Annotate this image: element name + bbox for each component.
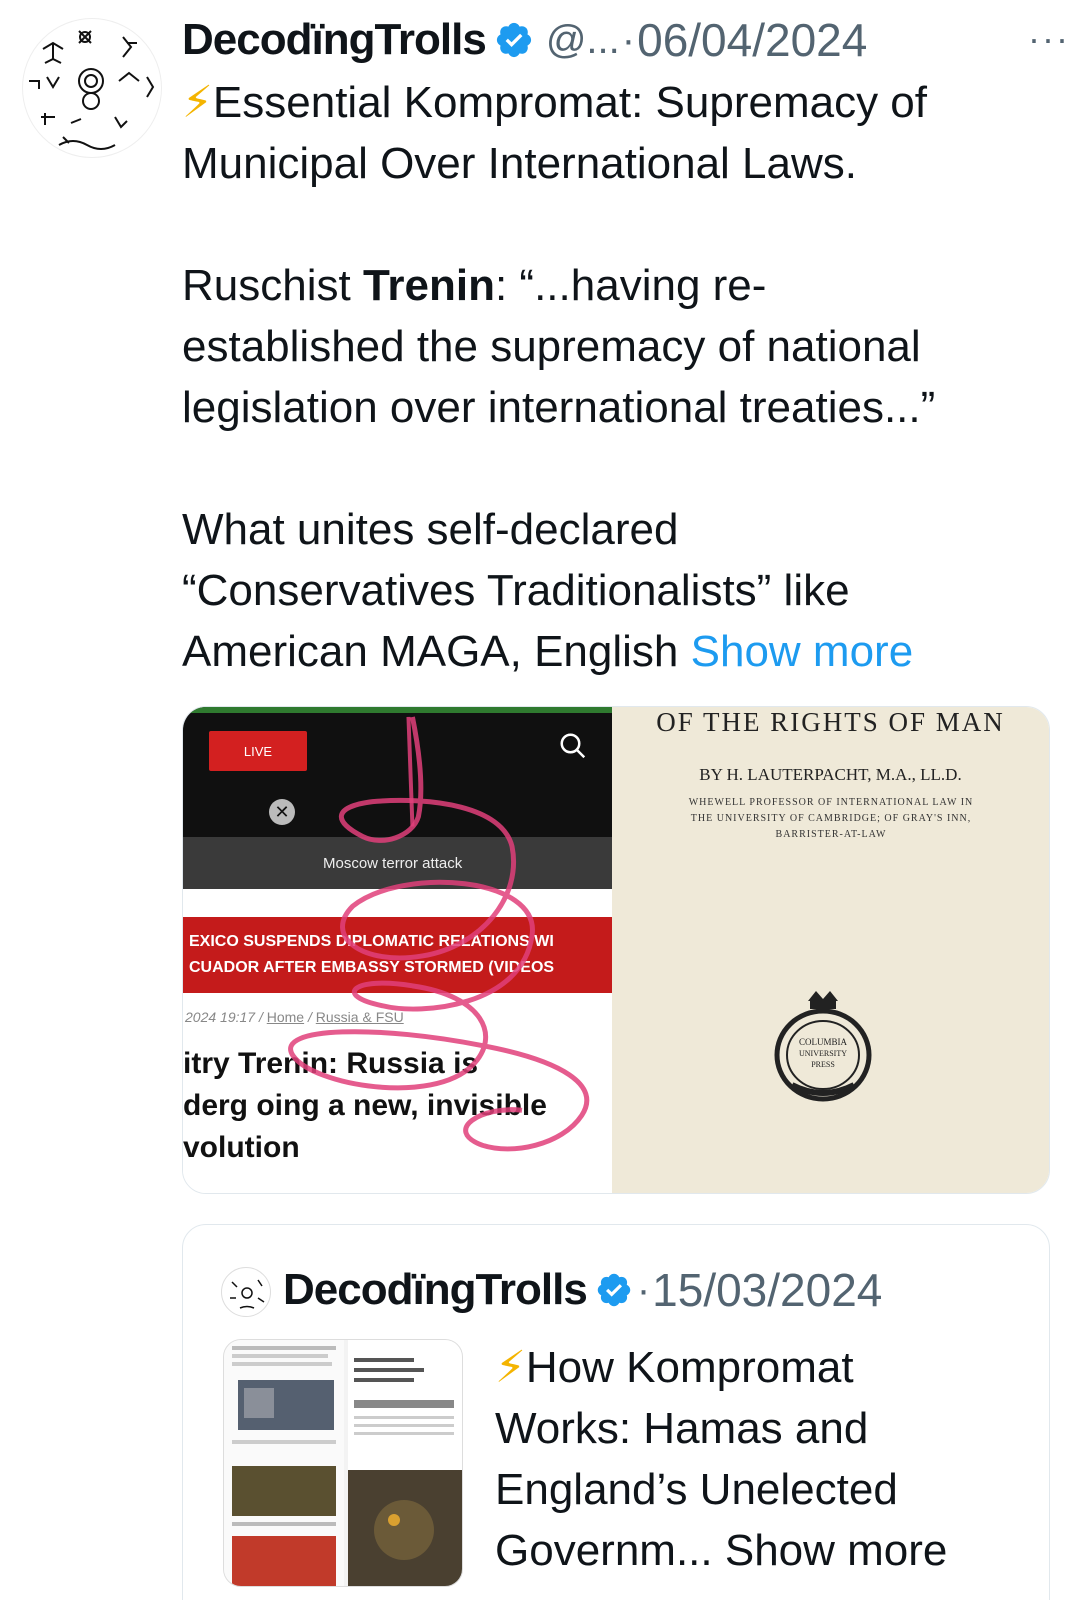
quoted-tweet-body: ⚡How Kompromat Works: Hamas and England’… xyxy=(495,1337,1035,1581)
tweet-line: ⚡How Kompromat xyxy=(495,1337,1035,1398)
quoted-tweet-date: 15/03/2024 xyxy=(652,1264,883,1316)
tweet-date[interactable]: 06/04/2024 xyxy=(637,13,867,67)
tweet-line: Governm... Show more xyxy=(495,1520,1035,1581)
header-separator: · xyxy=(636,1267,651,1312)
credentials-line: THE UNIVERSITY OF CAMBRIDGE; OF GRAY'S I… xyxy=(690,813,972,824)
tweet-line: legislation over international treaties.… xyxy=(182,383,936,432)
quoted-tweet-thumbnail xyxy=(223,1339,463,1587)
avatar-pictograms-icon xyxy=(29,30,155,150)
tweet-media[interactable]: LIVE ✕ Moscow terror attack EXICO SUSPEN… xyxy=(182,706,1050,1194)
verified-badge-icon xyxy=(496,22,531,58)
author-avatar[interactable] xyxy=(22,18,162,158)
tweet-line: “Conservatives Traditionalists” like xyxy=(182,566,850,615)
tweet-text-fragment: Essential Kompromat: Supremacy of xyxy=(212,78,927,127)
lightning-icon: ⚡ xyxy=(495,1343,526,1392)
author-display-name[interactable]: DecodïngTrolls xyxy=(182,15,487,65)
tweet-text-fragment: : “...having re- xyxy=(494,261,767,310)
lightning-icon: ⚡ xyxy=(182,78,213,127)
quoted-author-avatar xyxy=(221,1267,271,1317)
tweet-line: established the supremacy of national xyxy=(182,322,921,371)
tweet-header: DecodïngTrolls @... · 06/04/2024 xyxy=(182,12,1052,68)
university-press-seal-icon: COLUMBIA UNIVERSITY PRESS xyxy=(774,991,872,1102)
tweet-line: ⚡Essential Kompromat: Supremacy of xyxy=(182,72,1042,133)
media-image-news-screenshot[interactable]: LIVE ✕ Moscow terror attack EXICO SUSPEN… xyxy=(183,707,613,1193)
tweet-text-fragment: How Kompromat xyxy=(525,1343,854,1392)
pink-scribble-overlay xyxy=(288,716,590,1152)
verified-badge-icon xyxy=(597,1273,631,1307)
media-image-book-page[interactable]: OF THE RIGHTS OF MAN BY H. LAUTERPACHT, … xyxy=(612,707,1049,1193)
tweet-body: ⚡Essential Kompromat: Supremacy of Munic… xyxy=(182,72,1042,682)
tweet-text-bold: Trenin xyxy=(362,261,495,310)
quoted-tweet[interactable]: DecodïngTrolls · 15/03/2024 ⚡How Komprom… xyxy=(182,1224,1050,1600)
header-separator: · xyxy=(621,17,636,62)
seal-text: PRESS xyxy=(811,1060,835,1069)
tweet-line: England’s Unelected xyxy=(495,1465,898,1514)
credentials-line: BARRISTER-AT-LAW xyxy=(775,829,887,840)
author-handle[interactable]: @... xyxy=(546,18,620,63)
book-author: BY H. LAUTERPACHT, M.A., LL.D. xyxy=(699,765,962,784)
quoted-show-more[interactable]: Show more xyxy=(725,1526,948,1575)
credentials-line: WHEWELL PROFESSOR OF INTERNATIONAL LAW I… xyxy=(688,797,974,808)
seal-text: UNIVERSITY xyxy=(799,1049,847,1058)
avatar-pictograms-icon xyxy=(230,1279,265,1309)
tweet-line: Works: Hamas and xyxy=(495,1404,869,1453)
tweet-line: Municipal Over International Laws. xyxy=(182,139,857,188)
seal-text: COLUMBIA xyxy=(799,1037,848,1047)
quoted-author-name: DecodïngTrolls xyxy=(283,1265,588,1314)
tweet-text-fragment: Ruschist xyxy=(182,261,363,310)
tweet-line: Ruschist Trenin: “...having re- xyxy=(182,255,1042,316)
more-options-icon[interactable]: ··· xyxy=(1028,18,1070,60)
thumbnail-collage-image xyxy=(224,1340,462,1586)
tweet-text-fragment: Governm... xyxy=(495,1526,725,1575)
book-title: OF THE RIGHTS OF MAN xyxy=(656,707,1005,737)
tweet-line: What unites self-declared xyxy=(182,505,679,554)
quoted-tweet-header: DecodïngTrolls · 15/03/2024 xyxy=(283,1263,882,1317)
tweet-text-fragment: American MAGA, English xyxy=(182,627,691,676)
book-author-credentials: WHEWELL PROFESSOR OF INTERNATIONAL LAW I… xyxy=(642,795,1020,843)
show-more-link[interactable]: Show more xyxy=(691,627,914,676)
tweet-line: American MAGA, English Show more xyxy=(182,621,1042,682)
